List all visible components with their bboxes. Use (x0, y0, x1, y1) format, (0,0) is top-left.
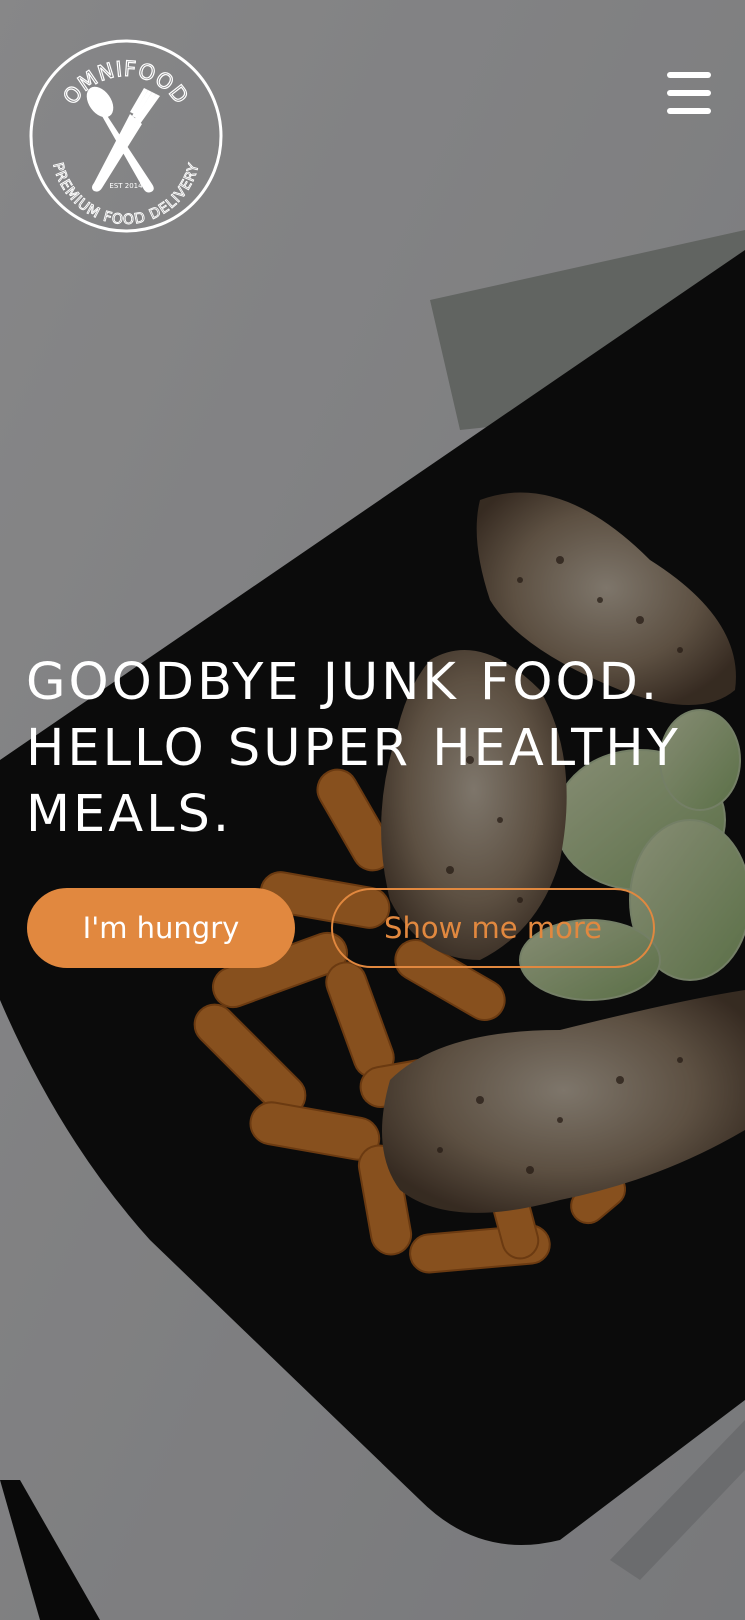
logo-established-text: EST 2014 (109, 182, 143, 190)
svg-text:OMNIFOOD: OMNIFOOD (58, 57, 193, 109)
show-me-more-button[interactable]: Show me more (331, 888, 655, 968)
headline-line-2: HELLO SUPER HEALTHY (26, 719, 681, 778)
menu-bar-bottom (667, 108, 711, 114)
spoon-fork-icon (86, 86, 160, 193)
headline-line-3: MEALS. (26, 785, 233, 844)
omnifood-logo-icon[interactable]: OMNIFOOD PREMIUM FOOD DELIVERY EST 2014 (28, 38, 224, 234)
menu-bar-middle (667, 90, 711, 96)
menu-bar-top (667, 72, 711, 78)
headline-line-1: GOODBYE JUNK FOOD. (26, 653, 661, 712)
hero-section: OMNIFOOD PREMIUM FOOD DELIVERY EST 2014 … (0, 0, 745, 1620)
hero-text-box: GOODBYE JUNK FOOD. HELLO SUPER HEALTHY M… (26, 650, 726, 848)
im-hungry-button[interactable]: I'm hungry (27, 888, 295, 968)
hero-headline: GOODBYE JUNK FOOD. HELLO SUPER HEALTHY M… (26, 650, 726, 848)
hamburger-menu-icon[interactable] (664, 70, 714, 116)
logo-tagline-text: PREMIUM FOOD DELIVERY (49, 161, 202, 229)
logo-brand-text: OMNIFOOD (58, 56, 193, 109)
svg-text:PREMIUM FOOD DELIVERY: PREMIUM FOOD DELIVERY (49, 161, 202, 228)
